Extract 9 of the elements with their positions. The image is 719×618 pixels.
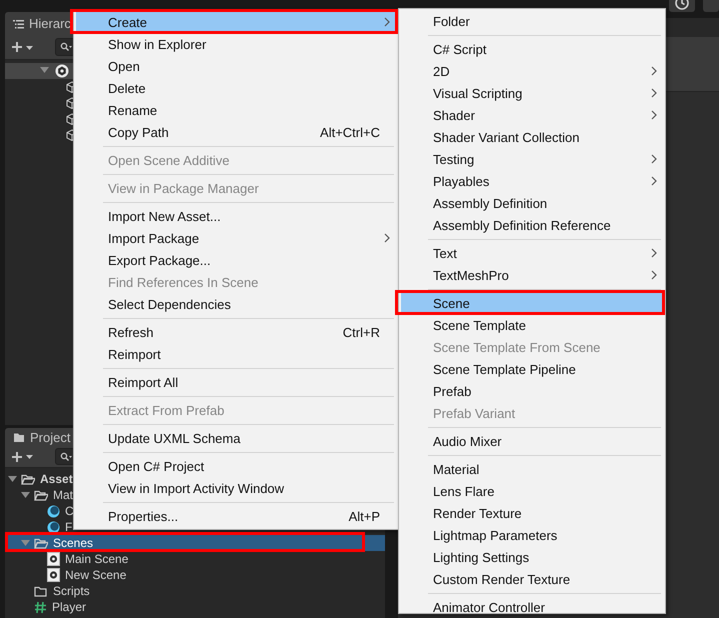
- tree-label: F: [64, 520, 72, 534]
- tree-label: Scripts: [52, 584, 90, 598]
- tree-label: C: [64, 504, 74, 518]
- tree-label: New Scene: [64, 568, 126, 582]
- tree-label: Scenes: [52, 536, 94, 550]
- tree-label: Mat: [52, 488, 74, 502]
- tree-label: Player: [51, 600, 86, 614]
- tree-label: Main Scene: [64, 552, 128, 566]
- tree-label: Asset: [39, 472, 73, 486]
